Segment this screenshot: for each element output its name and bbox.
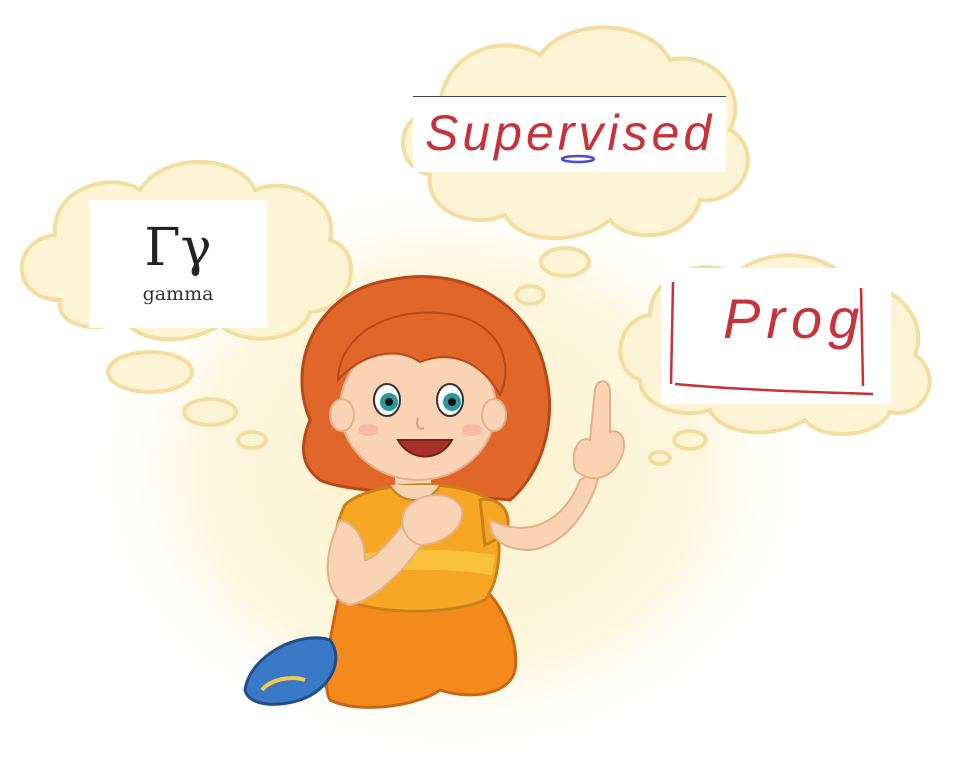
supervised-card: Supervised	[413, 96, 726, 172]
prog-handwriting: Prog	[723, 287, 866, 350]
prog-card: Prog	[661, 268, 891, 404]
blue-underline-mark	[560, 154, 596, 164]
gamma-card: Γγ gamma	[89, 200, 267, 328]
gamma-symbol: Γγ	[144, 218, 212, 278]
gamma-word: gamma	[142, 283, 214, 305]
